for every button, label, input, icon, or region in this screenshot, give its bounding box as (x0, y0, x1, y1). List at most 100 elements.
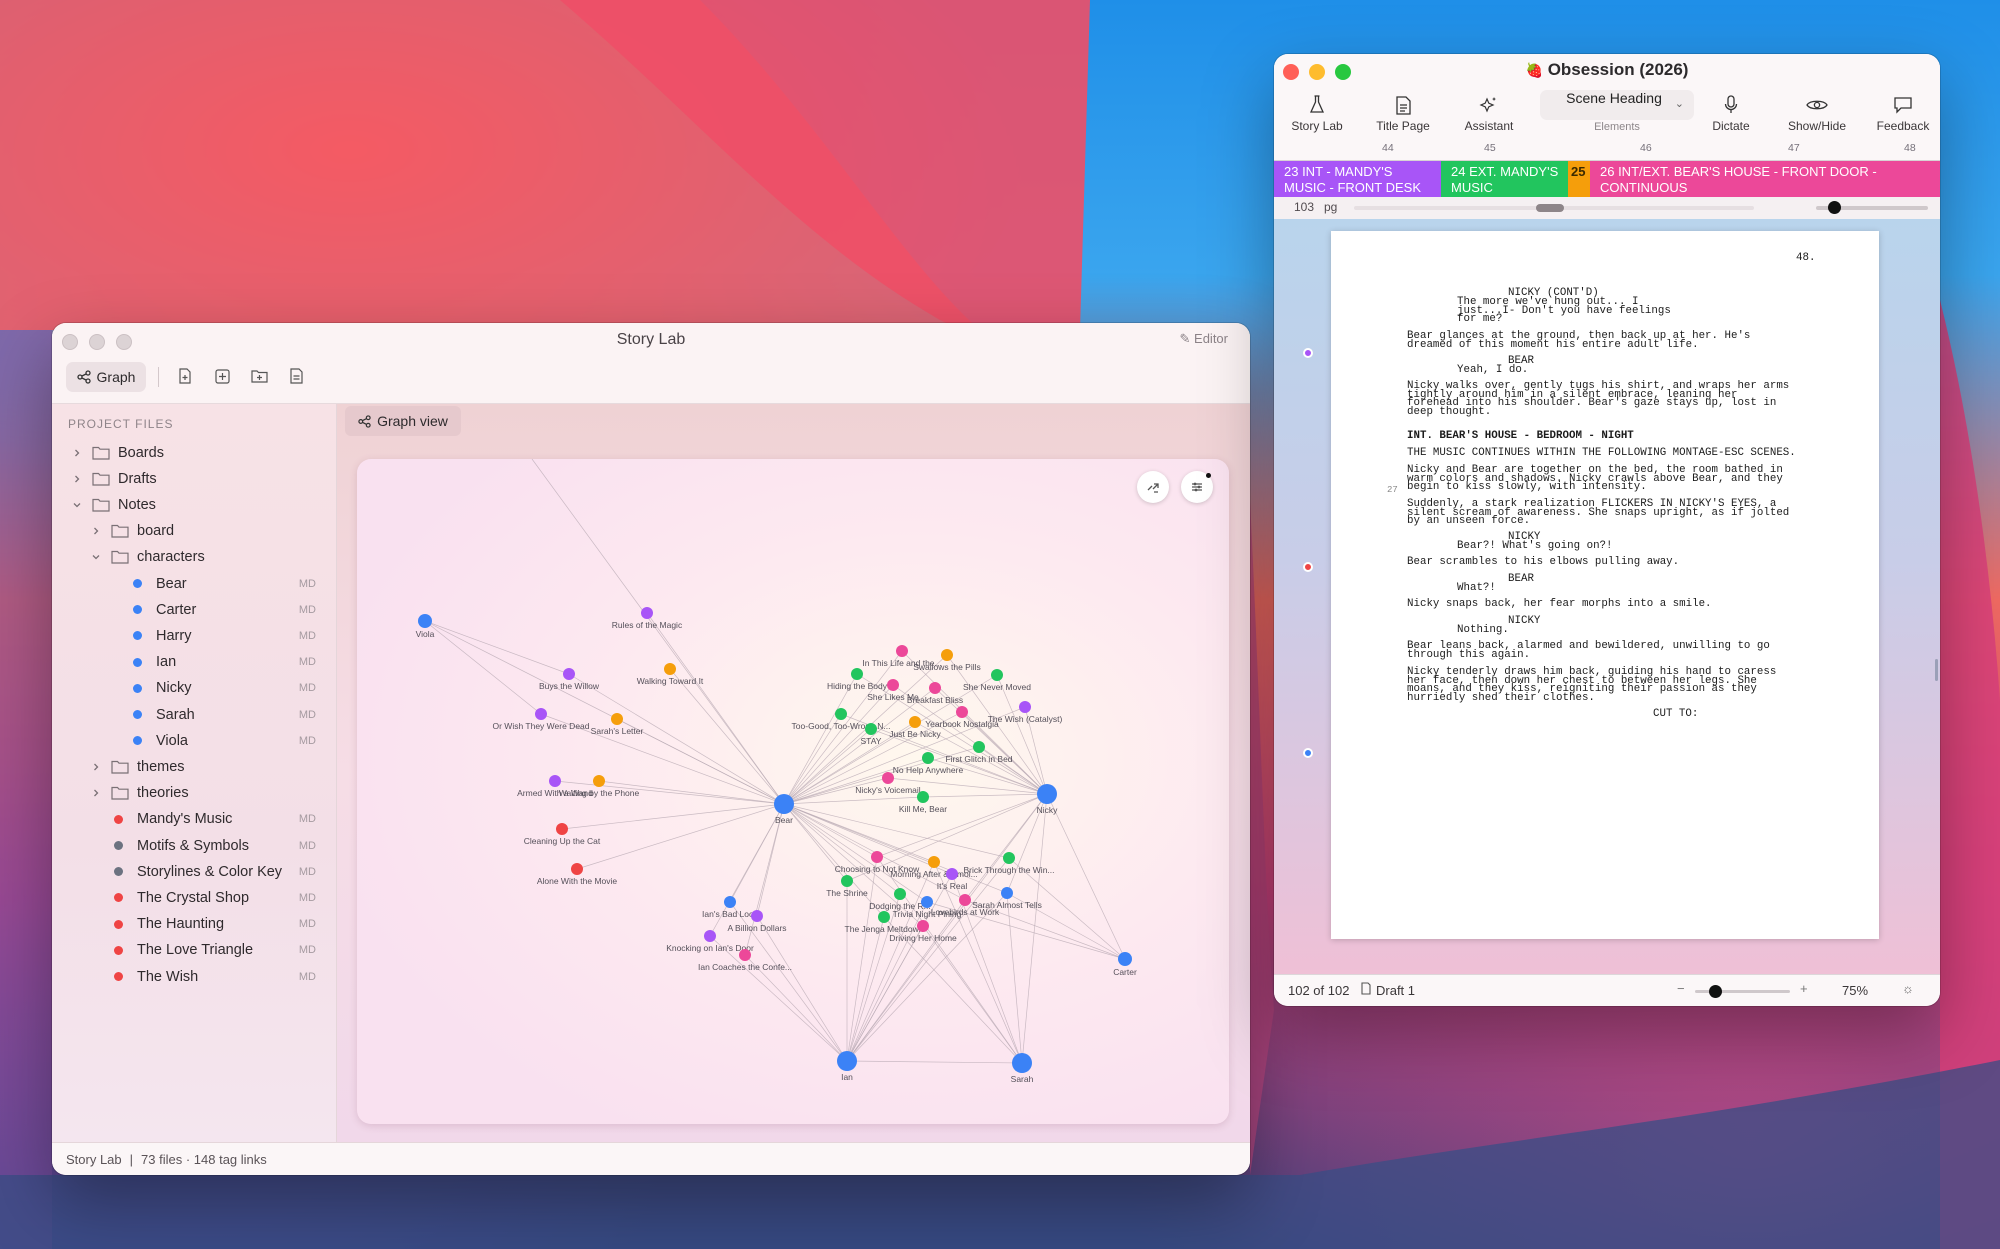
element-type-select[interactable]: Scene Heading ⌄ (1540, 90, 1694, 120)
graph-hub-node[interactable] (1118, 952, 1132, 966)
graph-node[interactable] (641, 607, 653, 619)
graph-node[interactable] (946, 868, 958, 880)
graph-node[interactable] (991, 669, 1003, 681)
graph-node[interactable] (922, 752, 934, 764)
document-button[interactable] (285, 365, 307, 387)
graph-node[interactable] (941, 649, 953, 661)
graph-node-label: Driving Her Home (889, 933, 957, 943)
graph-node[interactable] (593, 775, 605, 787)
graph-node[interactable] (724, 896, 736, 908)
window-title-text: Obsession (2026) (1547, 60, 1689, 79)
graph-node[interactable] (929, 682, 941, 694)
title-page-button[interactable]: Title Page (1360, 94, 1446, 133)
graph-node[interactable] (549, 775, 561, 787)
scene-card-25[interactable]: 25 (1568, 161, 1590, 197)
scroll-indicator[interactable] (1935, 659, 1938, 681)
file-the-wish[interactable]: The Wish MD (52, 960, 336, 993)
graph-hub-node[interactable] (837, 1051, 857, 1071)
graph-node[interactable] (664, 663, 676, 675)
chevron-down-icon[interactable] (70, 498, 84, 512)
graph-node[interactable] (882, 772, 894, 784)
new-note-button[interactable] (211, 365, 233, 387)
timeline-slider-knob[interactable] (1828, 201, 1841, 214)
chevron-right-icon[interactable] (70, 472, 84, 486)
zoom-slider-knob[interactable] (1709, 985, 1722, 998)
graph-hub-node[interactable] (418, 614, 432, 628)
microphone-icon (1688, 94, 1774, 116)
graph-node[interactable] (1019, 701, 1031, 713)
graph-node[interactable] (917, 791, 929, 803)
tree-item-label: Notes (118, 496, 156, 513)
graph-node[interactable] (835, 708, 847, 720)
graph-canvas[interactable]: Rules of the Magic Buys the Willow Walking… (357, 459, 1229, 1124)
zoom-in-button[interactable]: + (1800, 981, 1808, 996)
new-folder-button[interactable] (248, 365, 270, 387)
scene-marker[interactable] (1303, 348, 1313, 358)
chevron-right-icon[interactable] (89, 760, 103, 774)
editor-button[interactable]: ✎ Editor (1180, 331, 1229, 347)
page-scrubber[interactable] (1354, 204, 1754, 212)
timeline-slider[interactable] (1816, 201, 1928, 214)
graph-node[interactable] (896, 645, 908, 657)
draft-selector[interactable]: Draft 1 (1376, 983, 1415, 998)
graph-node[interactable] (841, 875, 853, 887)
graph-node[interactable] (563, 668, 575, 680)
new-file-button[interactable] (174, 365, 196, 387)
graph-node[interactable] (751, 910, 763, 922)
graph-hub-node[interactable] (774, 794, 794, 814)
chevron-down-icon[interactable] (89, 550, 103, 564)
zoom-out-button[interactable]: − (1677, 981, 1685, 996)
ruler-tick: 44 (1382, 142, 1394, 154)
script-line: NICKY (1508, 615, 1541, 627)
graph-node[interactable] (571, 863, 583, 875)
tag-color-dot (133, 683, 142, 693)
feedback-button[interactable]: Feedback (1860, 94, 1940, 133)
scene-card-23[interactable]: 23 INT - MANDY'S MUSIC - FRONT DESK (1274, 161, 1441, 197)
graph-node[interactable] (535, 708, 547, 720)
show-hide-button[interactable]: Show/Hide (1774, 94, 1860, 133)
graph-node[interactable] (909, 716, 921, 728)
zoom-slider[interactable] (1695, 985, 1790, 998)
graph-hub-node[interactable] (1037, 784, 1057, 804)
graph-settings-button[interactable] (1181, 471, 1213, 503)
chevron-right-icon[interactable] (89, 524, 103, 538)
graph-node[interactable] (611, 713, 623, 725)
page-scrubber-thumb[interactable] (1536, 204, 1564, 212)
assistant-button[interactable]: Assistant (1446, 94, 1532, 133)
graph-node[interactable] (887, 679, 899, 691)
graph-node[interactable] (1003, 852, 1015, 864)
scene-marker[interactable] (1303, 748, 1313, 758)
layout-toggle-button[interactable] (1137, 471, 1169, 503)
graph-node[interactable] (739, 949, 751, 961)
graph-node[interactable] (956, 706, 968, 718)
chevron-right-icon[interactable] (70, 446, 84, 460)
graph-node[interactable] (878, 911, 890, 923)
scene-card-24[interactable]: 24 EXT. MANDY'S MUSIC (1441, 161, 1568, 197)
script-page[interactable]: 48. 27 NICKY (CONT'D) The more we've hung… (1331, 231, 1879, 939)
scene-marker[interactable] (1303, 562, 1313, 572)
appearance-icon[interactable]: ☼ (1902, 981, 1914, 996)
tab-graph-view[interactable]: Graph view (345, 406, 461, 436)
graph-node[interactable] (1001, 887, 1013, 899)
graph-node[interactable] (865, 723, 877, 735)
graph-node[interactable] (894, 888, 906, 900)
graph-node[interactable] (959, 894, 971, 906)
graph-svg[interactable]: Rules of the Magic Buys the Willow Walking… (357, 459, 1229, 1124)
graph-node[interactable] (917, 920, 929, 932)
script-line: Nothing. (1457, 624, 1509, 636)
folder-icon (111, 760, 129, 774)
graph-node[interactable] (973, 741, 985, 753)
story-lab-button[interactable]: Story Lab (1274, 94, 1360, 133)
graph-hub-node[interactable] (1012, 1053, 1032, 1073)
graph-node[interactable] (556, 823, 568, 835)
scene-card-26[interactable]: 26 INT/EXT. BEAR'S HOUSE - FRONT DOOR - … (1590, 161, 1940, 197)
graph-node[interactable] (928, 856, 940, 868)
script-line: deep thought. (1407, 405, 1492, 418)
chevron-right-icon[interactable] (89, 786, 103, 800)
graph-button[interactable]: Graph (66, 362, 146, 392)
graph-node[interactable] (704, 930, 716, 942)
dictate-button[interactable]: Dictate (1688, 94, 1774, 133)
graph-node[interactable] (871, 851, 883, 863)
graph-node[interactable] (851, 668, 863, 680)
tree-item-label: The Wish (137, 968, 199, 985)
